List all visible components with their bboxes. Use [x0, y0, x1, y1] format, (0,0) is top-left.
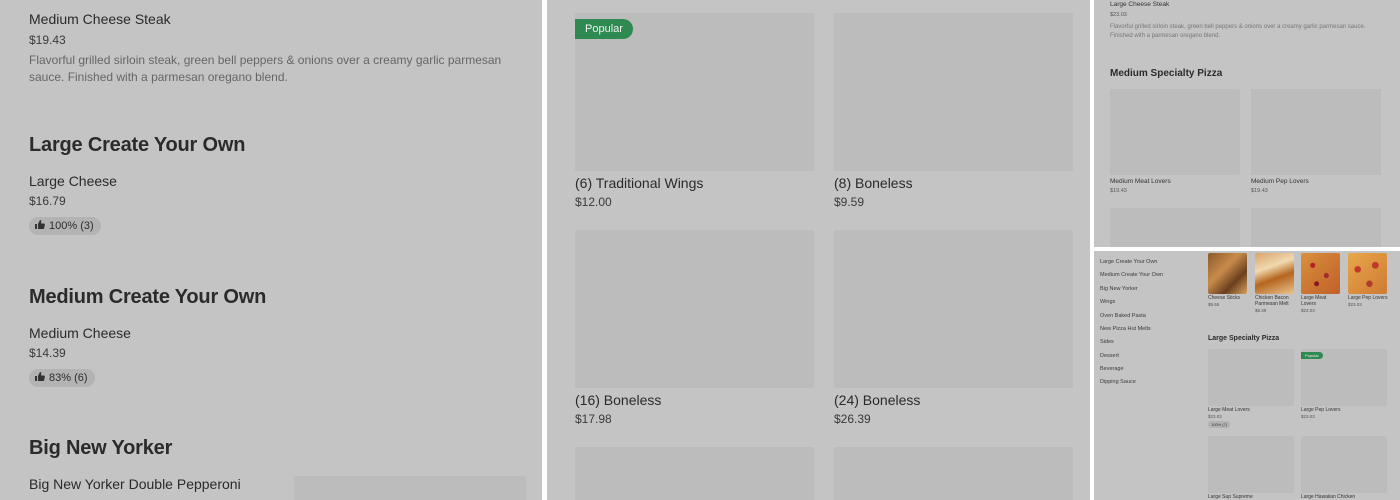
- melt-image[interactable]: [1255, 253, 1294, 294]
- sidebar-item[interactable]: Dipping Sauce: [1100, 379, 1136, 385]
- meat-lovers-image[interactable]: [1301, 253, 1340, 294]
- item-name[interactable]: Large Hawaiian Chicken: [1301, 494, 1355, 500]
- wings-grid-panel: Popular (6) Traditional Wings $12.00 (8)…: [547, 0, 1090, 500]
- section-title: Big New Yorker: [29, 437, 173, 459]
- sidebar-item[interactable]: New Pizza Hut Melts: [1100, 326, 1151, 332]
- item-price: $17.98: [575, 412, 612, 426]
- rating-badge: 83% (6): [29, 369, 95, 387]
- sidebar-item[interactable]: Oven Baked Pasta: [1100, 313, 1146, 319]
- item-name[interactable]: Medium Pep Lovers: [1251, 178, 1309, 185]
- sidebar-item[interactable]: Wings: [1100, 299, 1115, 305]
- item-price: $19.43: [1251, 188, 1268, 194]
- popular-badge: Popular: [575, 19, 633, 39]
- item-price: $23.03: [1301, 414, 1315, 419]
- specialty-pizza-panel: Large Cheese Steak $23.03 Flavorful gril…: [1094, 0, 1400, 247]
- item-image[interactable]: [834, 447, 1073, 500]
- item-price: $16.79: [29, 194, 66, 208]
- item-name[interactable]: Large Meat Lovers: [1301, 295, 1339, 307]
- item-image[interactable]: [834, 13, 1073, 171]
- item-price: $23.03: [1208, 414, 1222, 419]
- pep-lovers-image[interactable]: [1348, 253, 1387, 294]
- item-price: $8.39: [1255, 308, 1267, 313]
- rating-text: 83% (6): [49, 372, 88, 384]
- item-price: $23.03: [1110, 12, 1127, 18]
- item-price: $19.43: [1110, 188, 1127, 194]
- sidebar-item[interactable]: Big New Yorker: [1100, 286, 1138, 292]
- item-image[interactable]: [1208, 436, 1294, 493]
- cheese-sticks-image[interactable]: [1208, 253, 1247, 294]
- item-image[interactable]: [294, 476, 526, 500]
- item-name[interactable]: (24) Boneless: [834, 392, 920, 408]
- section-title: Large Specialty Pizza: [1208, 335, 1280, 342]
- item-name[interactable]: (8) Boneless: [834, 175, 913, 191]
- item-name[interactable]: Medium Cheese Steak: [29, 11, 171, 27]
- item-image[interactable]: [1110, 208, 1240, 247]
- item-name[interactable]: Large Pep Lovers: [1301, 407, 1340, 413]
- item-price: $14.39: [29, 346, 66, 360]
- item-image[interactable]: [1208, 349, 1294, 406]
- item-image[interactable]: [1251, 208, 1381, 247]
- rating-badge: 100% (3): [29, 217, 101, 235]
- item-name[interactable]: Large Sup Supreme: [1208, 494, 1253, 500]
- item-name[interactable]: Large Meat Lovers: [1208, 407, 1250, 413]
- sidebar-item[interactable]: Beverage: [1100, 366, 1124, 372]
- item-name[interactable]: Chicken Bacon Parmesan Melt: [1255, 295, 1297, 307]
- thumbs-up-icon: [35, 372, 45, 384]
- item-image[interactable]: [575, 447, 814, 500]
- section-title: Medium Create Your Own: [29, 286, 267, 308]
- sidebar-item[interactable]: Large Create Your Own: [1100, 259, 1157, 265]
- item-name[interactable]: Large Pep Lovers: [1348, 295, 1387, 301]
- menu-list-panel: Medium Cheese Steak $19.43 Flavorful gri…: [0, 0, 542, 500]
- sidebar-item[interactable]: Medium Create Your Own: [1100, 272, 1163, 278]
- item-name[interactable]: Big New Yorker Double Pepperoni: [29, 476, 241, 492]
- item-image[interactable]: [834, 230, 1073, 388]
- item-name[interactable]: Large Cheese: [29, 173, 117, 189]
- item-name[interactable]: Medium Meat Lovers: [1110, 178, 1171, 185]
- item-description: Flavorful grilled sirloin steak, green b…: [1110, 24, 1366, 39]
- item-price: $26.39: [834, 412, 871, 426]
- store-page-panel: Large Create Your Own Medium Create Your…: [1094, 251, 1400, 500]
- item-name[interactable]: Cheese Sticks: [1208, 295, 1240, 301]
- item-image[interactable]: [575, 230, 814, 388]
- item-name[interactable]: (16) Boneless: [575, 392, 661, 408]
- item-price: $12.00: [575, 195, 612, 209]
- item-price: $19.43: [29, 33, 66, 47]
- section-title: Medium Specialty Pizza: [1110, 68, 1223, 79]
- item-price: $9.59: [834, 195, 865, 209]
- item-name[interactable]: Large Cheese Steak: [1110, 1, 1169, 8]
- rating-text: 100% (3): [49, 220, 94, 232]
- popular-badge: Popular: [1301, 352, 1323, 359]
- item-price: $23.03: [1301, 308, 1315, 313]
- item-image[interactable]: [1251, 89, 1381, 175]
- sidebar-item[interactable]: Dessert: [1100, 353, 1119, 359]
- item-description: Flavorful grilled sirloin steak, green b…: [29, 53, 502, 84]
- sidebar-item[interactable]: Sides: [1100, 339, 1114, 345]
- rating-badge: 100% (7): [1208, 421, 1231, 428]
- thumbs-up-icon: [35, 220, 45, 232]
- item-price: $9.55: [1208, 302, 1220, 307]
- item-name[interactable]: (6) Traditional Wings: [575, 175, 703, 191]
- item-price: $23.03: [1348, 302, 1362, 307]
- item-image[interactable]: [1301, 436, 1387, 493]
- section-title: Large Create Your Own: [29, 134, 246, 156]
- item-image[interactable]: [1110, 89, 1240, 175]
- item-name[interactable]: Medium Cheese: [29, 325, 131, 341]
